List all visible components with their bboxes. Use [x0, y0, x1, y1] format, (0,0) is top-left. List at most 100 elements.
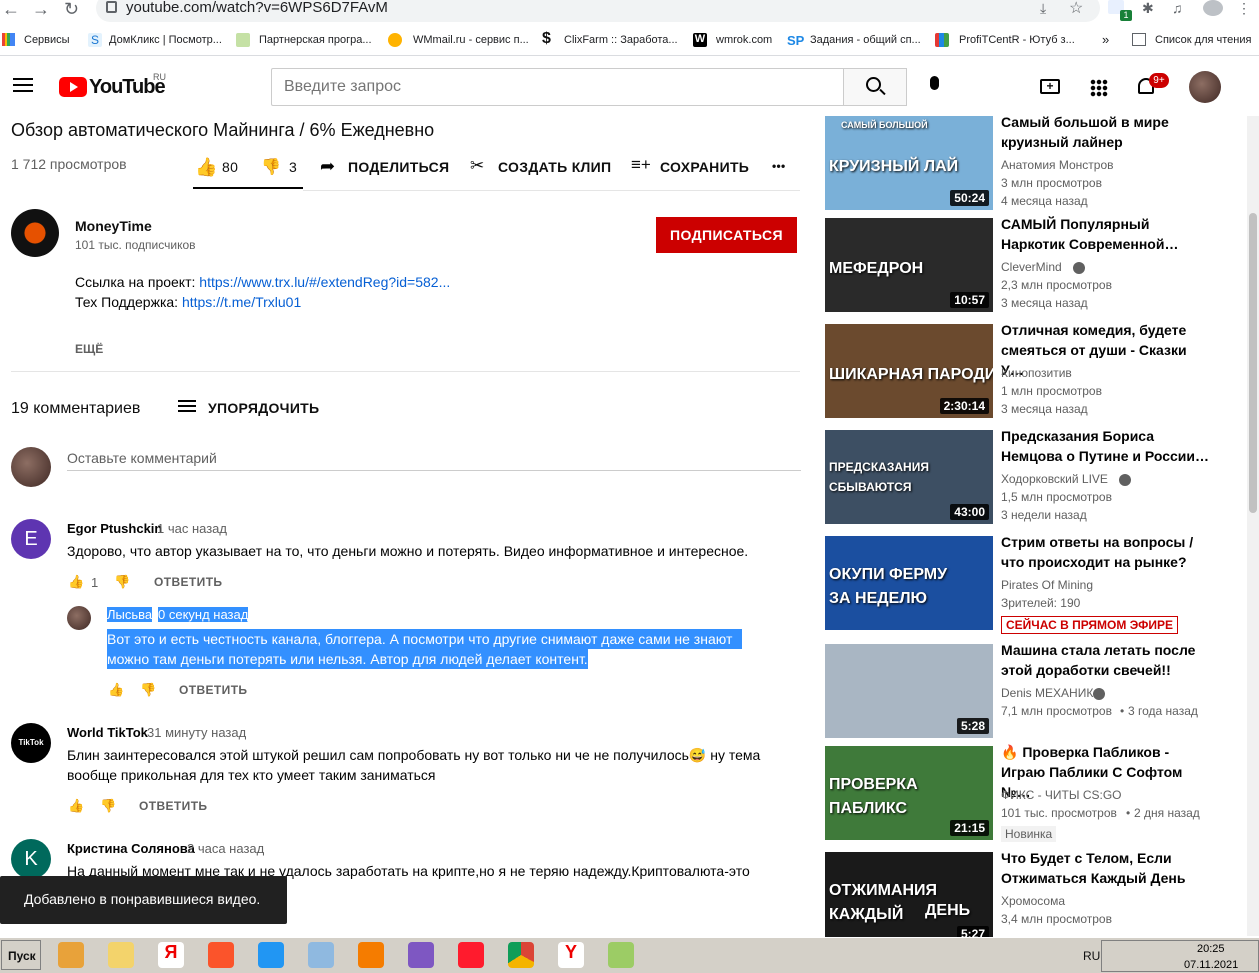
share-icon[interactable]: ➦	[320, 156, 335, 177]
comment-dislike-icon[interactable]: 👎	[100, 798, 116, 814]
more-actions-icon[interactable]: •••	[772, 159, 786, 173]
video-channel[interactable]: CleverMind	[1001, 260, 1062, 274]
video-thumbnail[interactable]: САМЫЙ БОЛЬШОЙ КРУИЗНЫЙ ЛАЙ 50:24	[825, 116, 993, 210]
tor-icon[interactable]	[408, 942, 434, 968]
video-title-line-1[interactable]: Что Будет с Телом, Если	[1001, 848, 1211, 868]
create-video-icon[interactable]: +	[1040, 79, 1060, 94]
video-title-line-1[interactable]: Самый большой в мире	[1001, 112, 1211, 132]
reload-icon[interactable]: ↻	[64, 0, 79, 18]
tiktok-avatar[interactable]: TikTok	[11, 723, 51, 763]
video-channel[interactable]: Pirates Of Mining	[1001, 578, 1093, 592]
back-icon[interactable]: ←	[2, 0, 20, 18]
video-channel[interactable]: Denis МЕХАНИК	[1001, 686, 1093, 700]
video-thumbnail[interactable]: ШИКАРНАЯ ПАРОДИЯ 2:30:14	[825, 324, 993, 418]
lock-icon[interactable]	[106, 1, 117, 13]
app-c-icon[interactable]	[358, 942, 384, 968]
ie-icon[interactable]	[258, 942, 284, 968]
microphone-icon[interactable]	[930, 76, 939, 90]
explorer-icon[interactable]	[108, 942, 134, 968]
bookmark-tasks[interactable]: Задания - общий сп...	[810, 33, 921, 47]
add-comment-input[interactable]: Оставьте комментарий	[67, 450, 217, 466]
apps-icon[interactable]	[2, 33, 15, 46]
media-player-icon[interactable]	[58, 942, 84, 968]
video-title-line-1[interactable]: Отличная комедия, будете	[1001, 320, 1211, 340]
bookmark-wmmail[interactable]: WMmail.ru - сервис п...	[413, 33, 529, 47]
comment-author[interactable]: World TikTok	[67, 725, 148, 740]
video-title-line-2[interactable]: Немцова о Путине и России…	[1001, 446, 1211, 466]
yandex-icon[interactable]: Y	[558, 942, 584, 968]
hamburger-menu-icon[interactable]	[13, 78, 33, 80]
clock-date[interactable]: 07.11.2021	[1184, 959, 1238, 971]
video-thumbnail[interactable]: ОТЖИМАНИЯ КАЖДЫЙ ДЕНЬ 5:27	[825, 852, 993, 946]
comment-dislike-icon[interactable]: 👎	[114, 574, 130, 590]
comment-like-icon[interactable]: 👍	[68, 574, 84, 590]
video-thumbnail[interactable]: ОКУПИ ФЕРМУ ЗА НЕДЕЛЮ	[825, 536, 993, 630]
comment-time[interactable]: 31 минуту назад	[147, 725, 246, 740]
save-button[interactable]: СОХРАНИТЬ	[660, 159, 749, 175]
brave-icon[interactable]	[208, 942, 234, 968]
paint-icon[interactable]	[608, 942, 634, 968]
video-channel[interactable]: Ходорковский LIVE	[1001, 472, 1108, 486]
video-channel[interactable]: Кинопозитив	[1001, 366, 1072, 380]
yandex-browser-icon[interactable]: Я	[158, 942, 184, 968]
video-channel[interactable]: Анатомия Монстров	[1001, 158, 1114, 172]
search-input[interactable]	[271, 68, 844, 106]
profile-icon[interactable]	[1203, 0, 1223, 16]
account-avatar[interactable]	[1189, 71, 1221, 103]
address-bar-url[interactable]: youtube.com/watch?v=6WPS6D7FAvM	[126, 0, 388, 16]
video-title-line-1[interactable]: Стрим ответы на вопросы /	[1001, 532, 1211, 552]
reply-reply-button[interactable]: ОТВЕТИТЬ	[179, 683, 247, 697]
video-thumbnail[interactable]: 5:28	[825, 644, 993, 738]
video-channel[interactable]: ФИКС - ЧИТЫ CS:GO	[1001, 788, 1122, 802]
comment-author[interactable]: Egor Ptushckin	[67, 521, 162, 536]
media-icon[interactable]: ♫	[1172, 0, 1183, 16]
comment-author[interactable]: Кристина Солянова	[67, 841, 195, 856]
video-thumbnail[interactable]: МЕФЕДРОН 10:57	[825, 218, 993, 312]
menu-dots-icon[interactable]: ⋮	[1237, 0, 1251, 17]
scissors-icon[interactable]: ✂	[470, 156, 484, 176]
dislike-count[interactable]: 3	[289, 159, 297, 175]
forward-icon[interactable]: →	[32, 0, 50, 18]
video-title-line-2[interactable]: что происходит на рынке?	[1001, 552, 1211, 572]
start-button[interactable]: Пуск	[1, 940, 41, 970]
bookmark-star-icon[interactable]: ☆	[1069, 0, 1083, 18]
reply-like-icon[interactable]: 👍	[108, 682, 124, 698]
show-more-button[interactable]: ЕЩЁ	[75, 342, 103, 356]
subscribe-button[interactable]: ПОДПИСАТЬСЯ	[656, 217, 797, 253]
playlist-add-icon[interactable]: ≡+	[631, 155, 651, 175]
reading-list[interactable]: Список для чтения	[1155, 33, 1251, 47]
notes-icon[interactable]	[308, 942, 334, 968]
dislike-icon[interactable]: 👎	[261, 157, 281, 177]
reply-author[interactable]: Лысьва	[107, 607, 153, 622]
sort-icon[interactable]	[178, 400, 196, 402]
comment-avatar[interactable]: E	[11, 519, 51, 559]
video-title-line-2[interactable]: Отжиматься Каждый День	[1001, 868, 1211, 888]
reply-button[interactable]: ОТВЕТИТЬ	[154, 575, 222, 589]
language-indicator[interactable]: RU	[1083, 949, 1100, 963]
reply-button[interactable]: ОТВЕТИТЬ	[139, 799, 207, 813]
bookmarks-overflow[interactable]: »	[1102, 33, 1109, 47]
scrollbar-thumb[interactable]	[1249, 213, 1257, 513]
bookmark-domclicks[interactable]: ДомКликс | Посмотр...	[109, 33, 222, 47]
apps-grid-icon[interactable]	[1090, 79, 1108, 97]
bookmark-services[interactable]: Сервисы	[24, 33, 70, 47]
bookmark-wmrok[interactable]: wmrok.com	[716, 33, 772, 47]
sort-button[interactable]: УПОРЯДОЧИТЬ	[208, 400, 319, 416]
video-title-line-1[interactable]: САМЫЙ Популярный	[1001, 214, 1211, 234]
chrome-icon[interactable]	[508, 942, 534, 968]
video-title-line-1[interactable]: Предсказания Бориса	[1001, 426, 1211, 446]
clock-time[interactable]: 20:25	[1197, 943, 1225, 955]
create-clip-button[interactable]: СОЗДАТЬ КЛИП	[498, 159, 611, 175]
comment-time[interactable]: 2 часа назад	[187, 841, 264, 856]
bookmark-profitcentr[interactable]: ProfiTCentR - Ютуб з...	[959, 33, 1075, 47]
comment-time[interactable]: 1 час назад	[157, 521, 227, 536]
like-icon[interactable]: 👍	[195, 157, 217, 178]
reply-avatar[interactable]	[67, 606, 91, 630]
reply-time[interactable]: 0 секунд назад	[158, 607, 249, 622]
video-title-line-2[interactable]: Наркотик Современной…	[1001, 234, 1211, 254]
video-thumbnail[interactable]: ПРОВЕРКА ПАБЛИКС 21:15	[825, 746, 993, 840]
opera-icon[interactable]	[458, 942, 484, 968]
video-thumbnail[interactable]: ПРЕДСКАЗАНИЯ СБЫВАЮТСЯ 43:00	[825, 430, 993, 524]
video-channel[interactable]: Хромосома	[1001, 894, 1065, 908]
project-link[interactable]: https://www.trx.lu/#/extendReg?id=582...	[199, 274, 450, 290]
